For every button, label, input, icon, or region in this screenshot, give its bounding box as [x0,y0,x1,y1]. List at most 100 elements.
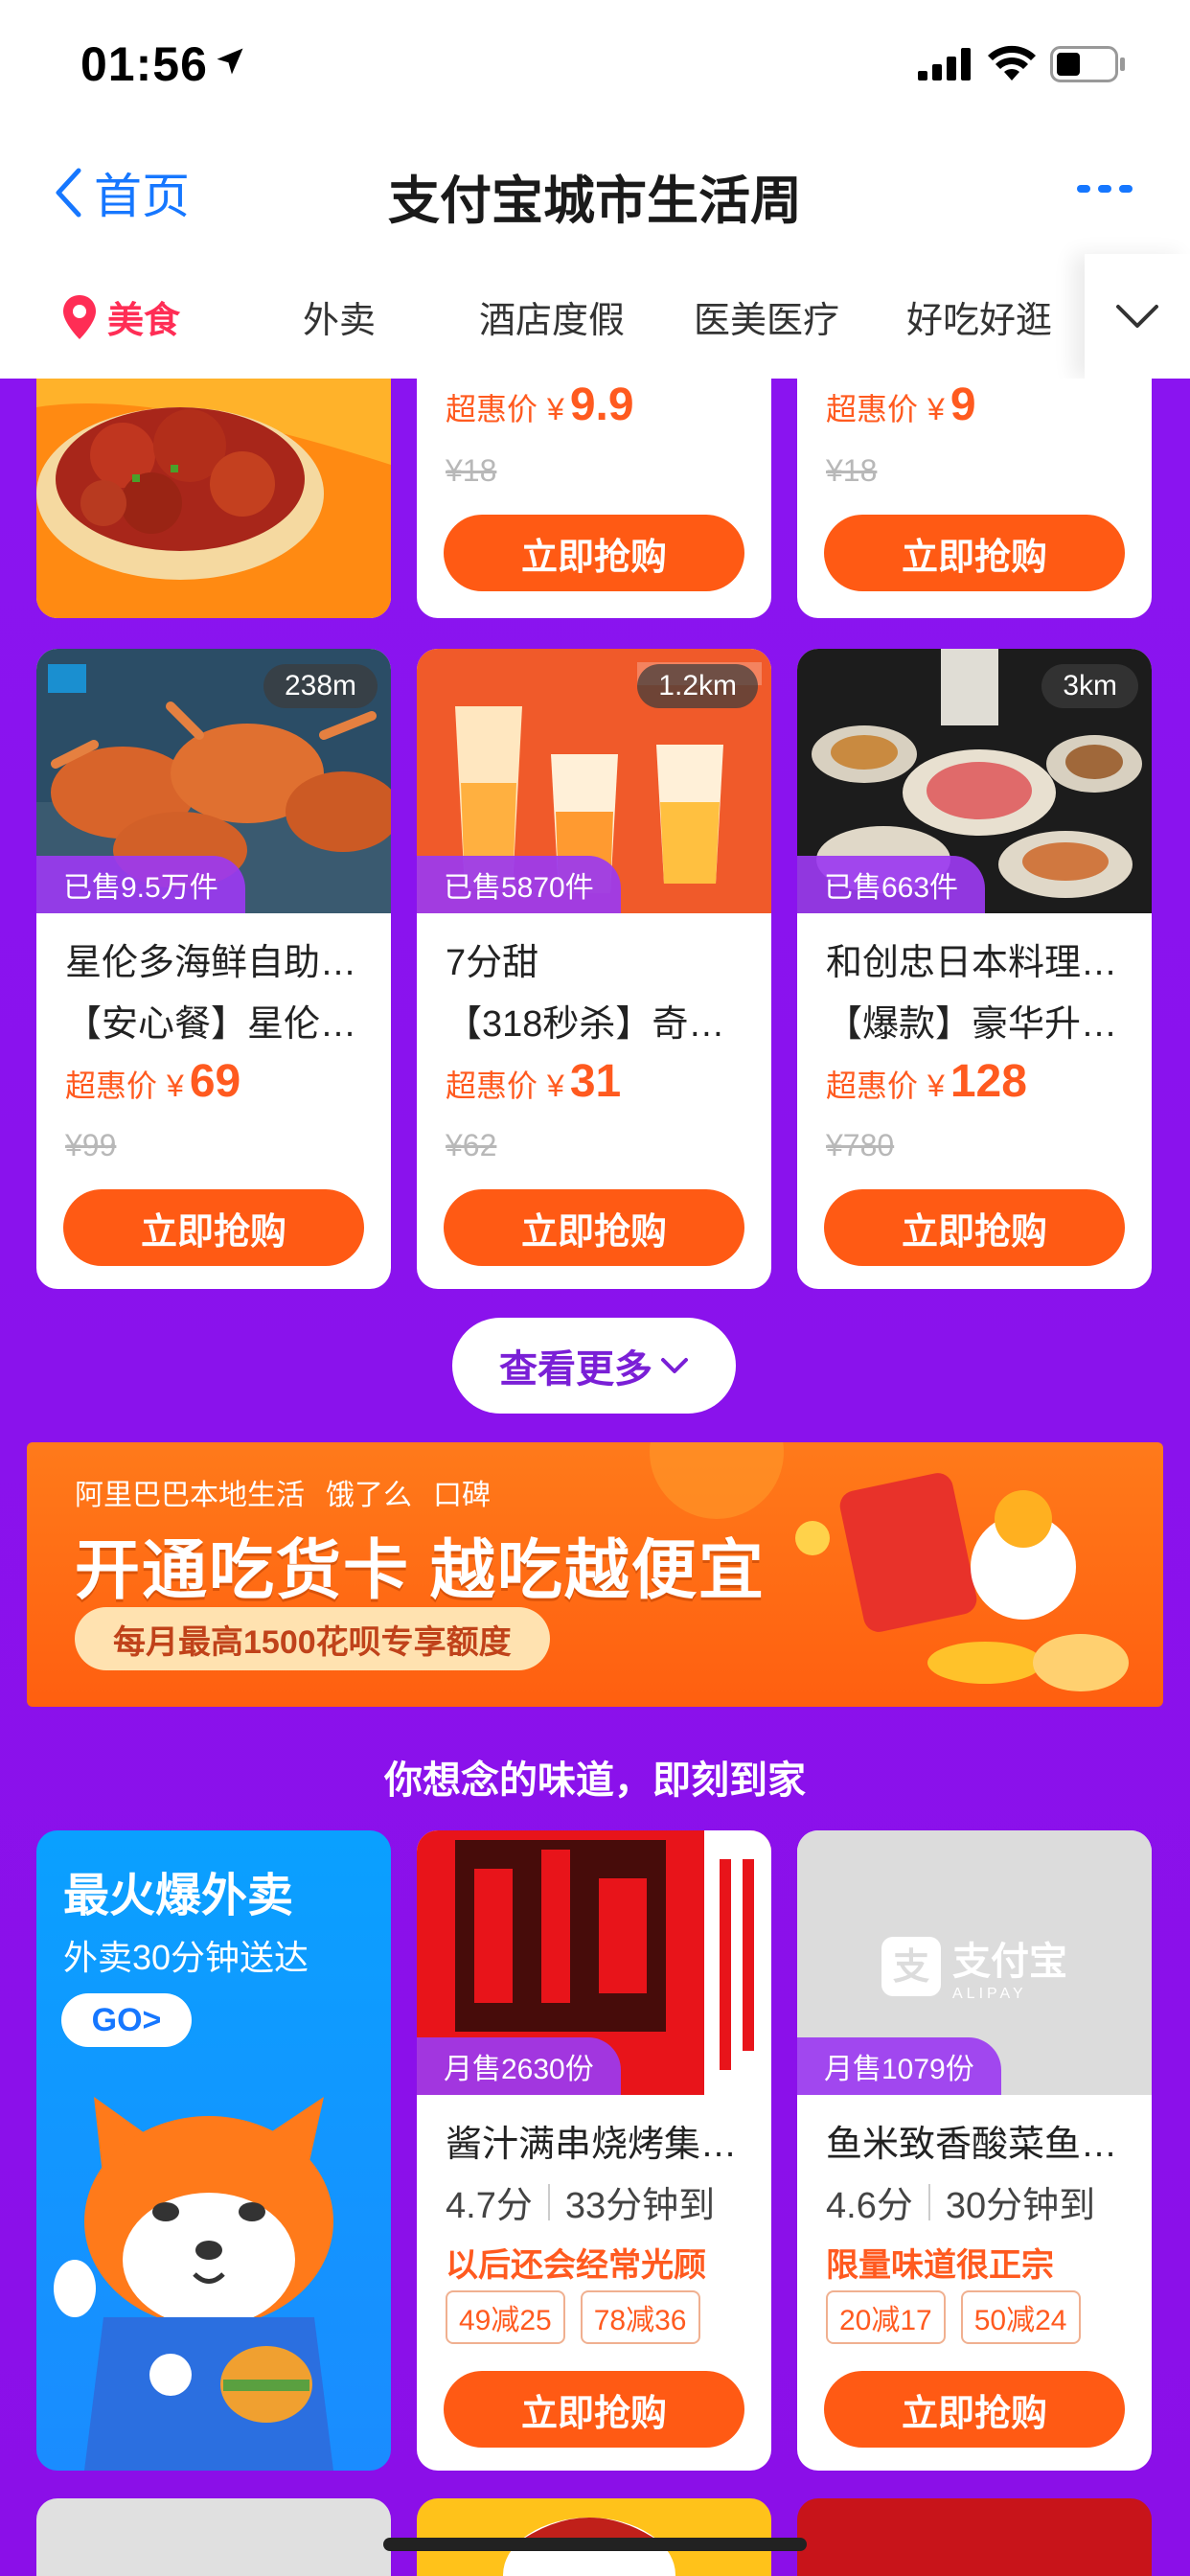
wifi-icon [988,45,1036,80]
shop-name: 鱼米致香酸菜鱼… [826,2125,1118,2165]
coupon-badge: 78减36 [580,2290,700,2344]
currency-symbol: ¥ [927,392,945,426]
review-slogan: 以后还会经常光顾 [446,2247,706,2284]
tab-takeout[interactable]: 外卖 [303,290,376,343]
coupon-badge: 50减24 [960,2290,1081,2344]
monthly-sales-badge: 月售1079份 [797,2037,1001,2095]
currency-symbol: ¥ [547,1069,564,1103]
buy-now-button[interactable]: 立即抢购 [824,515,1125,591]
status-time: 01:56 [80,37,208,91]
rating-row: 4.6分 30分钟到 [826,2175,1095,2228]
currency-symbol: ¥ [927,1069,945,1103]
tab-hotel[interactable]: 酒店度假 [479,290,625,343]
divider [927,2183,930,2220]
deal-card[interactable] [36,2498,391,2576]
tab-label: 美食 [107,301,181,341]
battery-icon [1050,46,1125,82]
shiba-mascot-icon [54,2097,333,2471]
koubei-logo: 口碑 [433,1480,491,1511]
promo-subtitle: 外卖30分钟送达 [63,1938,309,1977]
coupon-list: 20减17 50减24 [826,2290,1096,2344]
deal-description: 【爆款】豪华升… [826,1004,1118,1045]
location-arrow-icon [217,48,243,75]
deal-image: 1.2km 已售5870件 [417,649,771,913]
buy-now-button[interactable]: 立即抢购 [444,1189,744,1266]
category-tabs: 美食 外卖 酒店度假 医美医疗 好吃好逛 [0,254,1190,379]
sold-count-badge: 已售9.5万件 [36,856,245,913]
original-price: ¥18 [446,453,497,488]
sold-count-badge: 已售5870件 [417,856,621,913]
currency-symbol: ¥ [547,392,564,426]
review-slogan: 限量味道很正宗 [826,2247,1054,2284]
takeout-promo-card[interactable]: 最火爆外卖 外卖30分钟送达 GO> [36,1830,391,2471]
alipay-logo-text: 支付宝 [952,1941,1067,1983]
price-row: 超惠价 ¥ 31 [446,1055,621,1108]
buy-now-button[interactable]: 立即抢购 [63,1189,364,1266]
location-pin-icon [63,294,96,339]
price-row: 超惠价 ¥ 128 [826,1055,1027,1108]
distance-badge: 238m [263,664,378,708]
deal-card[interactable]: 238m 已售9.5万件 星伦多海鲜自助… 【安心餐】星伦… 超惠价 ¥ 69 … [36,649,391,1289]
alipay-logo-icon: 支 [881,1937,941,1996]
status-bar: 01:56 [0,0,1190,129]
price-label: 超惠价 [826,392,919,426]
buy-now-button[interactable]: 立即抢购 [444,515,744,591]
delivery-time: 33分钟到 [564,2186,716,2226]
buy-now-button[interactable]: 立即抢购 [444,2371,744,2448]
shop-image-placeholder: 支 支付宝 ALIPAY 月售1079份 [797,1830,1152,2095]
deal-price: 9.9 [569,380,634,430]
shop-rating: 4.6分 [826,2186,913,2226]
divider [547,2183,550,2220]
see-more-button[interactable]: 查看更多 [452,1318,736,1414]
cellular-signal-icon [918,48,971,80]
page-title: 支付宝城市生活周 [388,172,802,230]
home-indicator[interactable] [383,2538,807,2551]
banner-credit-pill: 每月最高1500花呗专享额度 [75,1607,550,1670]
shop-name: 酱汁满串烧烤集… [446,2125,738,2165]
alibaba-local-logo: 阿里巴巴本地生活 [75,1480,305,1511]
deal-price: 31 [569,1056,622,1107]
foodie-card-banner[interactable]: 阿里巴巴本地生活 饿了么 口碑 开通吃货卡 越吃越便宜 每月最高1500花呗专享… [27,1442,1163,1707]
buy-now-button[interactable]: 立即抢购 [824,1189,1125,1266]
distance-badge: 1.2km [637,664,758,708]
eleme-logo: 饿了么 [326,1480,412,1511]
shop-name: 星伦多海鲜自助… [65,943,357,983]
promo-title: 最火爆外卖 [63,1871,294,1921]
takeout-card[interactable]: 月售2630份 酱汁满串烧烤集… 4.7分 33分钟到 以后还会经常光顾 49减… [417,1830,771,2471]
go-button[interactable]: GO> [61,1993,192,2047]
nav-bar: 首页 支付宝城市生活周 [0,129,1190,254]
expand-categories-button[interactable] [1085,254,1190,379]
deal-card[interactable]: 1.2km 已售5870件 7分甜 【318秒杀】奇… 超惠价 ¥ 31 ¥62… [417,649,771,1289]
tab-food[interactable]: 美食 [61,290,180,343]
more-options-icon[interactable] [1077,183,1133,196]
price-label: 超惠价 [446,1069,538,1103]
price-label: 超惠价 [65,1069,158,1103]
price-row: 超惠价 ¥ 9 [826,379,976,431]
section-title: 你想念的味道，即刻到家 [384,1760,806,1802]
deal-card[interactable]: 3km 已售663件 和创忠日本料理… 【爆款】豪华升… 超惠价 ¥ 128 ¥… [797,649,1152,1289]
price-row: 超惠价 ¥ 9.9 [446,379,634,431]
chevron-down-icon [661,1358,688,1373]
tab-eat-shop[interactable]: 好吃好逛 [906,290,1052,343]
deal-card[interactable]: 超惠价 ¥ 9 ¥18 立即抢购 [797,379,1152,618]
banner-headline: 开通吃货卡 越吃越便宜 [75,1534,766,1607]
deal-image: 238m 已售9.5万件 [36,649,391,913]
deal-card[interactable] [797,2498,1152,2576]
braised-pork-image [36,379,391,618]
coupon-list: 49减25 78减36 [446,2290,716,2344]
deal-card[interactable] [36,379,391,618]
chevron-down-icon [1116,305,1158,328]
deal-card[interactable]: 超惠价 ¥ 9.9 ¥18 立即抢购 [417,379,771,618]
original-price: ¥62 [446,1128,497,1162]
buy-now-button[interactable]: 立即抢购 [824,2371,1125,2448]
takeout-card[interactable]: 支 支付宝 ALIPAY 月售1079份 鱼米致香酸菜鱼… 4.6分 30分钟到… [797,1830,1152,2471]
alipay-placeholder-logo: 支 支付宝 ALIPAY [797,1930,1152,2003]
alipay-logo-subtext: ALIPAY [952,1986,1027,2002]
delivery-time: 30分钟到 [945,2186,1096,2226]
tab-medical-beauty[interactable]: 医美医疗 [694,290,839,343]
original-price: ¥18 [826,453,878,488]
original-price: ¥780 [826,1128,895,1162]
price-label: 超惠价 [826,1069,919,1103]
shop-name: 和创忠日本料理… [826,943,1118,983]
sold-count-badge: 已售663件 [797,856,986,913]
